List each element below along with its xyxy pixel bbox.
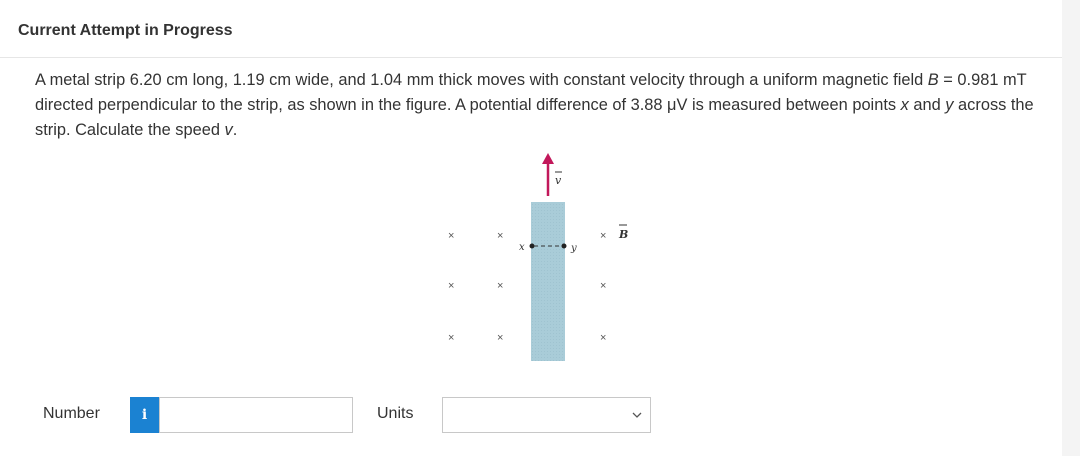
field-cross: × <box>600 332 606 344</box>
header-divider <box>0 57 1062 58</box>
velocity-arrow-head <box>542 153 554 164</box>
field-cross: × <box>497 280 503 292</box>
field-cross: × <box>497 332 503 344</box>
info-icon[interactable]: i <box>130 397 159 433</box>
velocity-label: v <box>555 174 562 187</box>
field-cross: × <box>448 230 454 242</box>
question-text-part3: and <box>908 96 946 114</box>
question-symbol-x: x <box>900 96 909 114</box>
point-y-label: y <box>570 243 577 254</box>
hall-effect-figure: v × × × × × × × × × B x y <box>448 153 628 361</box>
metal-strip <box>531 202 565 361</box>
question-symbol-v: v <box>224 121 233 139</box>
question-text: A metal strip 6.20 cm long, 1.19 cm wide… <box>35 68 1050 143</box>
units-select[interactable] <box>442 397 651 433</box>
field-cross: × <box>448 332 454 344</box>
point-x <box>529 243 535 249</box>
question-text-part1: A metal strip 6.20 cm long, 1.19 cm wide… <box>35 71 928 89</box>
units-label: Units <box>377 405 414 422</box>
point-x-label: x <box>519 242 525 253</box>
field-cross: × <box>497 230 503 242</box>
number-label: Number <box>43 405 100 422</box>
question-panel: Current Attempt in Progress A metal stri… <box>0 0 1062 456</box>
question-symbol-y: y <box>945 96 954 114</box>
point-y <box>561 243 567 249</box>
field-cross: × <box>600 230 606 242</box>
attempt-status-heading: Current Attempt in Progress <box>18 22 233 39</box>
question-text-part5: . <box>232 121 238 139</box>
chevron-down-icon <box>632 412 642 418</box>
question-symbol-b: B <box>927 71 939 89</box>
field-cross: × <box>448 280 454 292</box>
field-cross: × <box>600 280 606 292</box>
field-label: B <box>618 228 628 241</box>
number-input[interactable] <box>159 397 353 433</box>
